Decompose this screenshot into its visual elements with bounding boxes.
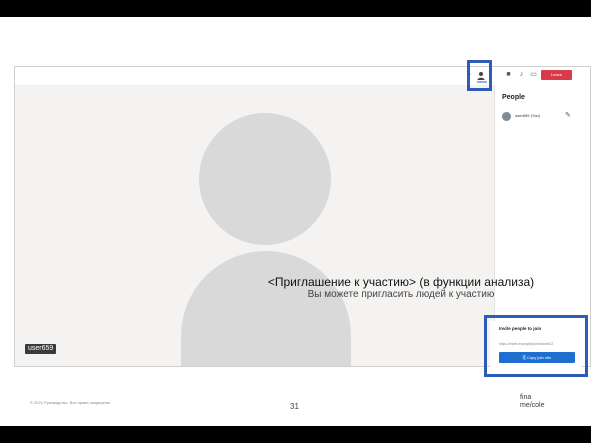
screen-share-icon[interactable]: ▭ [529,70,538,79]
slide-top-bar [0,0,591,17]
highlight-people-tab [467,60,492,91]
footer-copyright: © 2021 Руководство. Все права защищены. [30,400,111,405]
people-panel-title: People [502,94,525,101]
avatar-head [199,113,331,245]
video-stage: user659 [15,85,494,366]
avatar [502,112,511,121]
highlight-invite [484,315,588,377]
logo-line-1: fina [520,394,532,401]
avatar-body [181,251,351,366]
camera-icon[interactable]: ■ [504,70,513,79]
caption-title: <Приглашение к участию> (в функции анали… [267,275,535,289]
microphone-icon[interactable]: ♪ [517,70,526,79]
company-logo: fina me/cole [520,394,560,412]
mic-status-icon: ✎ [565,112,571,119]
caption-subtitle: Вы можете пригласить людей к участию [307,289,495,300]
meeting-toolbar: ◦ ■ ♪ ▭ Leave [15,67,590,86]
logo-line-2: me/cole [520,402,545,409]
leave-button[interactable]: Leave [541,70,572,80]
participant-name-tag: user659 [25,344,57,354]
slide-bottom-bar [0,426,591,443]
participant-list-item[interactable]: user659 (You) ✎ [502,112,587,122]
participant-name: user659 (You) [515,113,540,118]
page-number: 31 [290,402,299,411]
slide-caption: <Приглашение к участию> (в функции анали… [241,275,561,301]
